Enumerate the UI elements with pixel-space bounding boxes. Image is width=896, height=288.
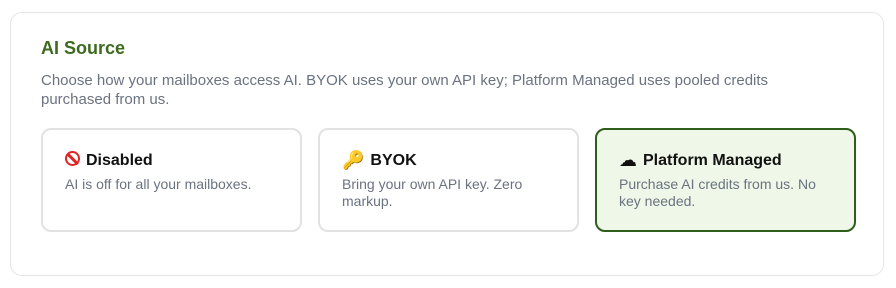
ai-source-options: Disabled AI is off for all your mailboxe… xyxy=(41,128,856,232)
option-title: Platform Managed xyxy=(643,152,782,169)
ai-source-panel: AI Source Choose how your mailboxes acce… xyxy=(10,12,884,276)
option-header: ☁ Platform Managed xyxy=(619,150,832,172)
option-card-disabled[interactable]: Disabled AI is off for all your mailboxe… xyxy=(41,128,302,232)
section-title: AI Source xyxy=(41,38,126,58)
cloud-icon: ☁ xyxy=(619,150,637,171)
option-card-platform-managed[interactable]: ☁ Platform Managed Purchase AI credits f… xyxy=(595,128,856,232)
option-card-byok[interactable]: 🔑 BYOK Bring your own API key. Zero mark… xyxy=(318,128,579,232)
option-header: Disabled xyxy=(65,150,278,172)
prohibited-icon xyxy=(65,150,80,172)
option-title: BYOK xyxy=(370,152,417,169)
option-header: 🔑 BYOK xyxy=(342,150,555,172)
section-description: Choose how your mailboxes access AI. BYO… xyxy=(41,72,769,108)
option-description: AI is off for all your mailboxes. xyxy=(65,176,252,192)
option-description: Purchase AI credits from us. No key need… xyxy=(619,176,816,209)
option-title: Disabled xyxy=(86,152,153,169)
key-icon: 🔑 xyxy=(342,150,365,171)
option-description: Bring your own API key. Zero markup. xyxy=(342,176,523,209)
